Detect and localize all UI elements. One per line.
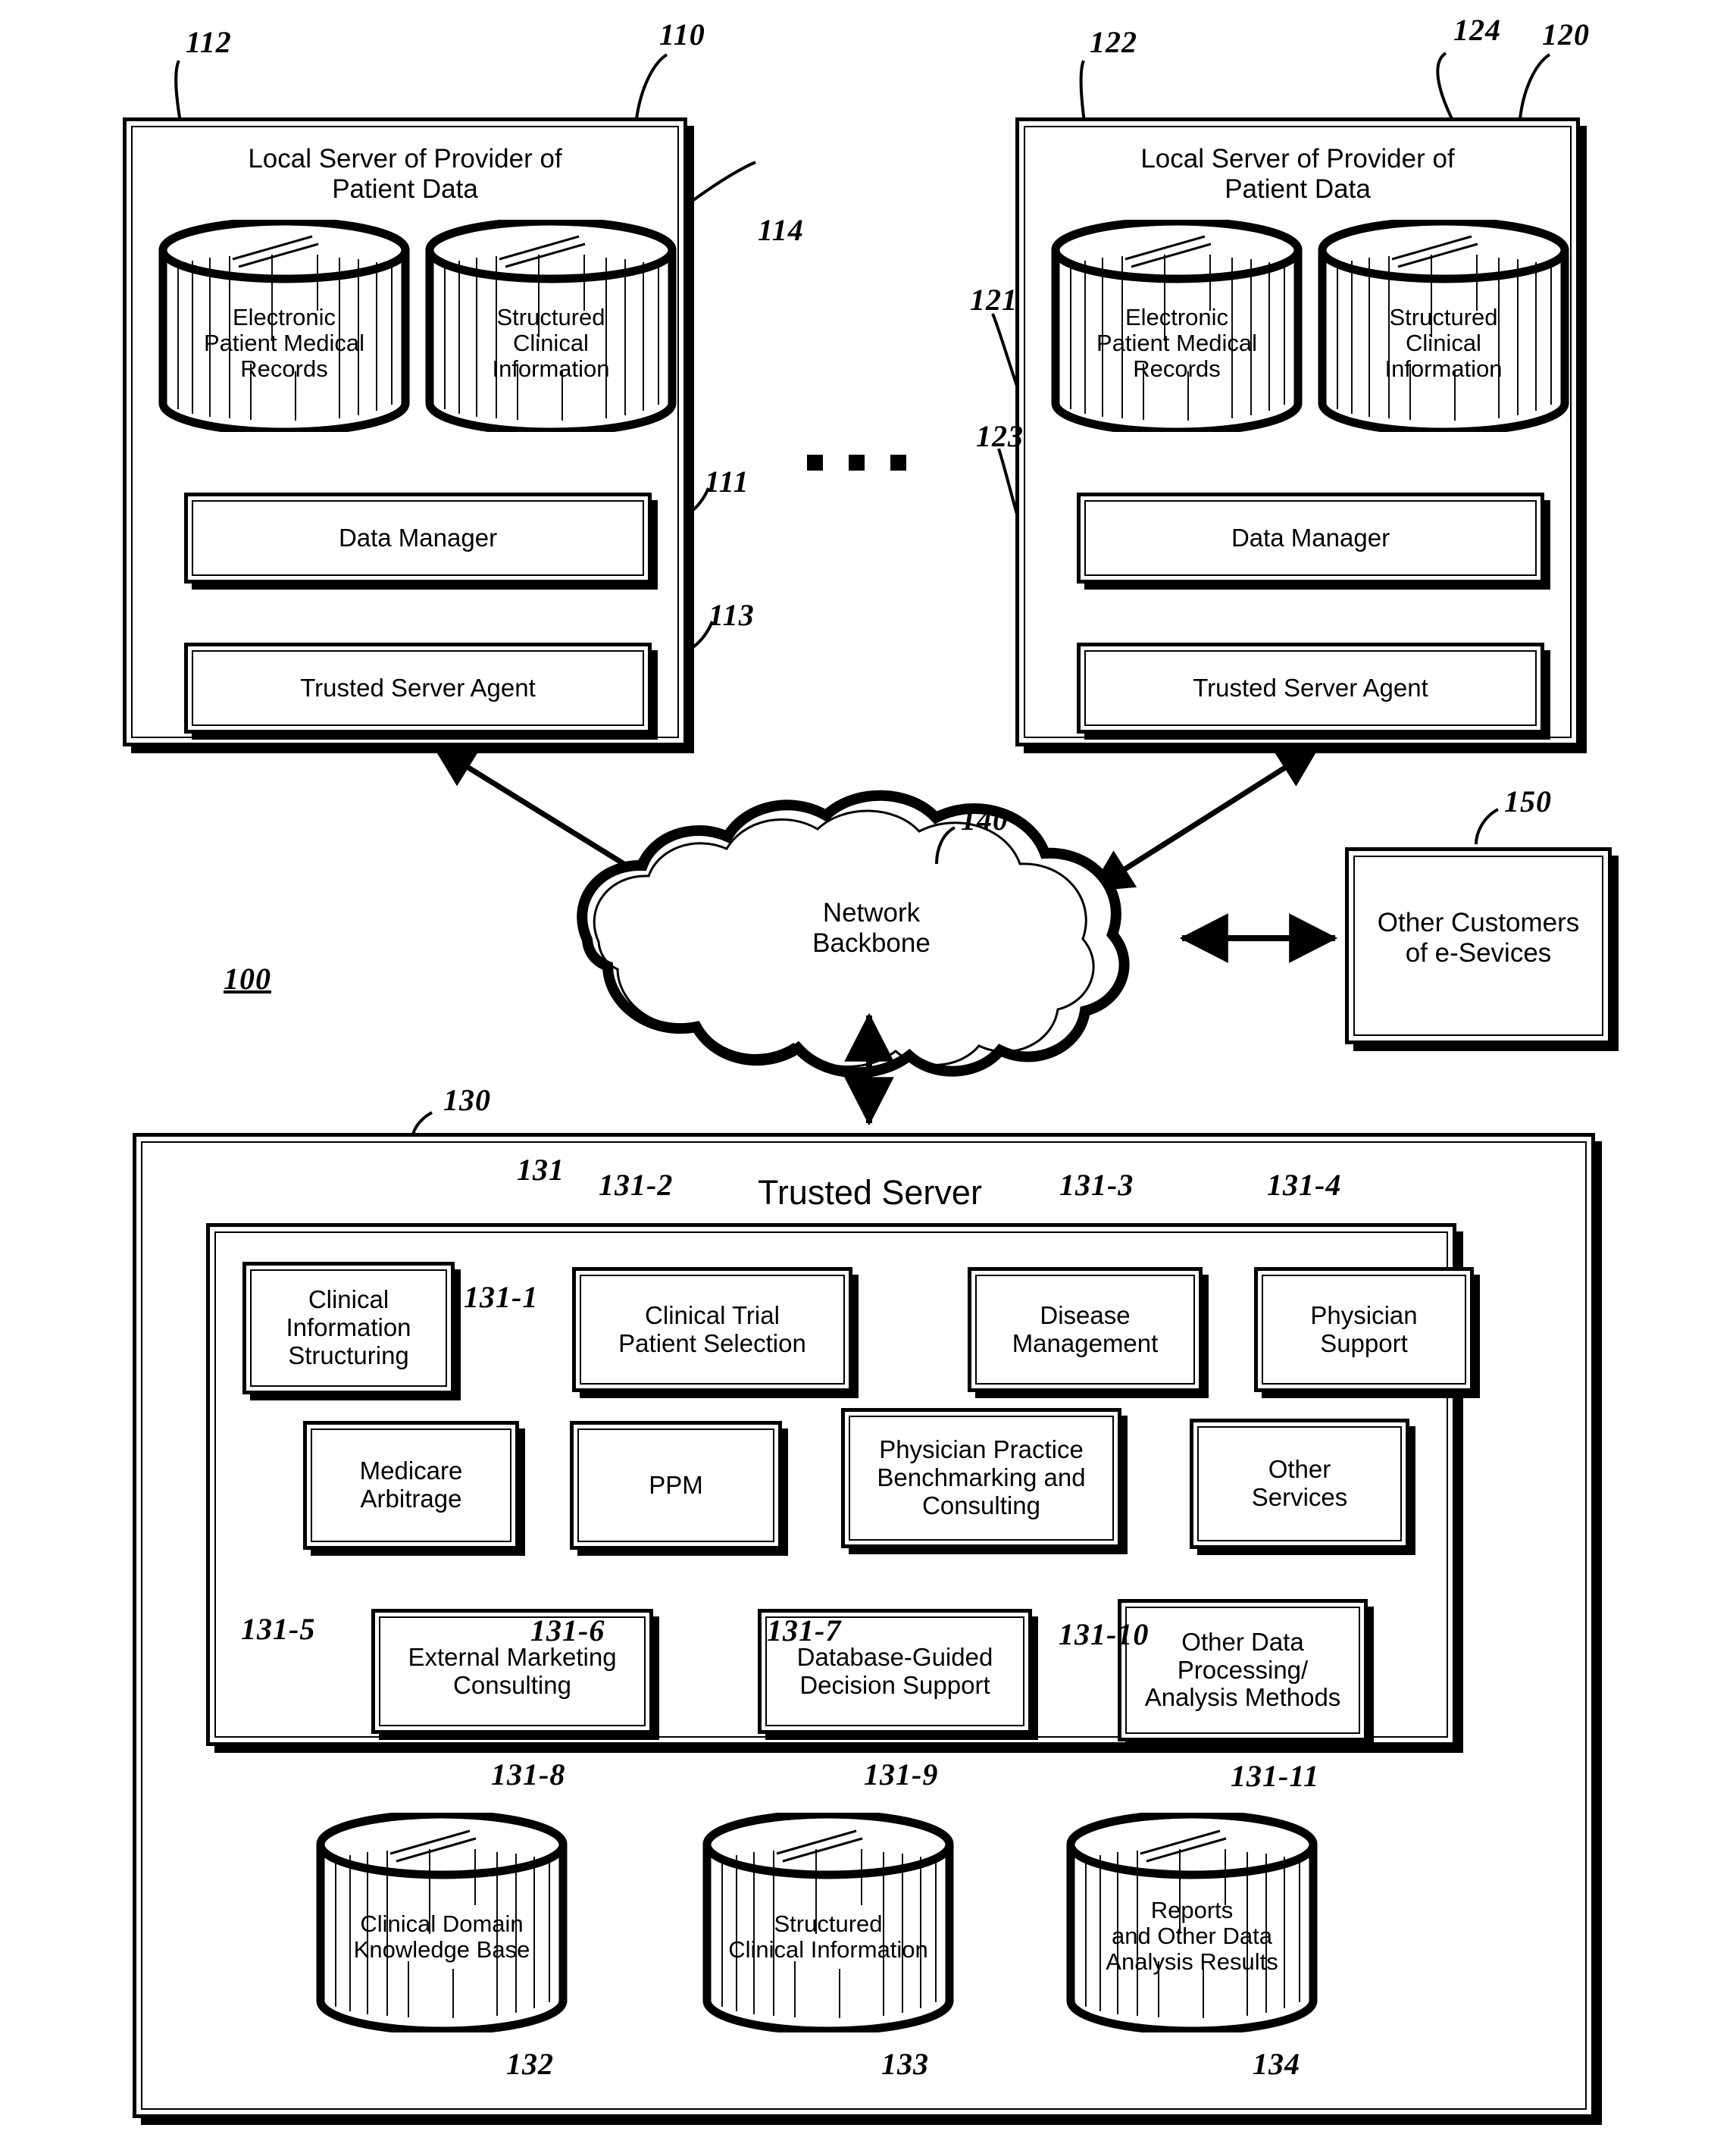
ref-111: 111 xyxy=(705,465,749,499)
patent-figure: Local Server of Provider of Patient Data… xyxy=(0,0,1736,2156)
service-label: Physician Practice Benchmarking and Cons… xyxy=(877,1435,1086,1519)
ref-131-3: 131-3 xyxy=(1059,1168,1134,1202)
network-backbone-label: Network Backbone xyxy=(812,898,931,959)
db-structured-clinical-information-trusted: Structured Clinical Information xyxy=(701,1813,956,2032)
ref-131-9: 131-9 xyxy=(864,1757,939,1791)
ref-132: 132 xyxy=(506,2047,554,2081)
local-server-left-title: Local Server of Provider of Patient Data xyxy=(248,144,562,205)
trusted-server-agent-right-label: Trusted Server Agent xyxy=(1193,673,1428,702)
ref-121: 121 xyxy=(970,283,1018,317)
ref-113: 113 xyxy=(708,598,755,632)
ref-140: 140 xyxy=(961,803,1009,837)
ref-133: 133 xyxy=(881,2047,929,2081)
trusted-server-agent-left-label: Trusted Server Agent xyxy=(300,673,536,702)
ref-131-8: 131-8 xyxy=(491,1757,566,1791)
ref-112: 112 xyxy=(186,25,232,59)
db-reports-and-other-data-analysis-results: Reports and Other Data Analysis Results xyxy=(1065,1813,1319,2032)
db-label: Structured Clinical Information xyxy=(492,304,610,383)
service-physician-support: Physician Support xyxy=(1254,1267,1474,1392)
service-label: Database-Guided Decision Support xyxy=(796,1642,993,1699)
local-server-right-title: Local Server of Provider of Patient Data xyxy=(1140,144,1455,205)
ref-122: 122 xyxy=(1090,25,1137,59)
db-label: Structured Clinical Information xyxy=(1384,304,1503,383)
ref-100: 100 xyxy=(224,962,271,996)
service-ppm: PPM xyxy=(570,1421,782,1550)
db-clinical-domain-knowledge-base: Clinical Domain Knowledge Base xyxy=(314,1813,569,2032)
service-label: Physician Support xyxy=(1310,1300,1418,1357)
ref-131-1: 131-1 xyxy=(464,1280,539,1314)
ref-131-2: 131-2 xyxy=(599,1168,674,1202)
ref-150: 150 xyxy=(1504,784,1552,818)
data-manager-left-label: Data Manager xyxy=(338,523,498,552)
ref-110: 110 xyxy=(659,17,705,52)
service-label: Clinical Trial Patient Selection xyxy=(618,1300,806,1357)
db-label: Reports and Other Data Analysis Results xyxy=(1106,1897,1278,1976)
ref-123: 123 xyxy=(976,419,1024,453)
service-clinical-information-structuring: Clinical Information Structuring xyxy=(242,1262,455,1394)
service-label: Disease Management xyxy=(1012,1300,1159,1357)
service-physician-practice-benchmarking-consulting: Physician Practice Benchmarking and Cons… xyxy=(841,1408,1121,1548)
trusted-server-agent-right: Trusted Server Agent xyxy=(1077,643,1544,734)
ref-131-11: 131-11 xyxy=(1231,1759,1320,1793)
service-label: Other Services xyxy=(1251,1455,1348,1511)
service-label: Medicare Arbitrage xyxy=(359,1457,463,1513)
ref-124: 124 xyxy=(1453,13,1501,47)
trusted-server-agent-left: Trusted Server Agent xyxy=(184,643,652,734)
ref-131-4: 131-4 xyxy=(1267,1168,1342,1202)
db-label: Clinical Domain Knowledge Base xyxy=(353,1910,530,1964)
data-manager-right-label: Data Manager xyxy=(1231,523,1390,552)
db-label: Electronic Patient Medical Records xyxy=(1096,304,1257,383)
service-label: Clinical Information Structuring xyxy=(286,1285,411,1369)
service-medicare-arbitrage: Medicare Arbitrage xyxy=(303,1421,519,1550)
service-disease-management: Disease Management xyxy=(968,1267,1203,1392)
db-label: Electronic Patient Medical Records xyxy=(204,304,364,383)
service-external-marketing-consulting: External Marketing Consulting xyxy=(371,1609,653,1734)
service-clinical-trial-patient-selection: Clinical Trial Patient Selection xyxy=(572,1267,852,1392)
ref-130: 130 xyxy=(443,1083,491,1117)
db-electronic-patient-medical-records-left: Electronic Patient Medical Records xyxy=(157,220,411,432)
ref-114: 114 xyxy=(758,213,804,247)
other-customers-label: Other Customers of e-Sevices xyxy=(1377,908,1580,968)
db-label: Structured Clinical Information xyxy=(728,1910,928,1964)
ref-131-7: 131-7 xyxy=(767,1613,842,1648)
ref-134: 134 xyxy=(1253,2047,1300,2081)
db-electronic-patient-medical-records-right: Electronic Patient Medical Records xyxy=(1049,220,1304,432)
service-label: PPM xyxy=(649,1470,703,1499)
data-manager-right: Data Manager xyxy=(1077,493,1544,584)
ref-120: 120 xyxy=(1542,17,1590,52)
service-other-data-processing-analysis-methods: Other Data Processing/ Analysis Methods xyxy=(1118,1599,1368,1741)
service-label: Other Data Processing/ Analysis Methods xyxy=(1144,1627,1341,1712)
db-structured-clinical-information-right: Structured Clinical Information xyxy=(1316,220,1571,432)
service-label: External Marketing Consulting xyxy=(408,1642,617,1699)
trusted-server-title: Trusted Server xyxy=(758,1173,982,1212)
db-structured-clinical-information-left: Structured Clinical Information xyxy=(424,220,678,432)
ref-131-6: 131-6 xyxy=(530,1613,605,1648)
service-other-services: Other Services xyxy=(1190,1419,1409,1549)
ref-131-10: 131-10 xyxy=(1059,1617,1150,1651)
server-network-links xyxy=(432,744,1321,893)
ref-131-5: 131-5 xyxy=(241,1612,316,1646)
ref-131: 131 xyxy=(517,1153,565,1187)
data-manager-left: Data Manager xyxy=(184,493,652,584)
ellipsis-between-servers xyxy=(807,455,906,471)
